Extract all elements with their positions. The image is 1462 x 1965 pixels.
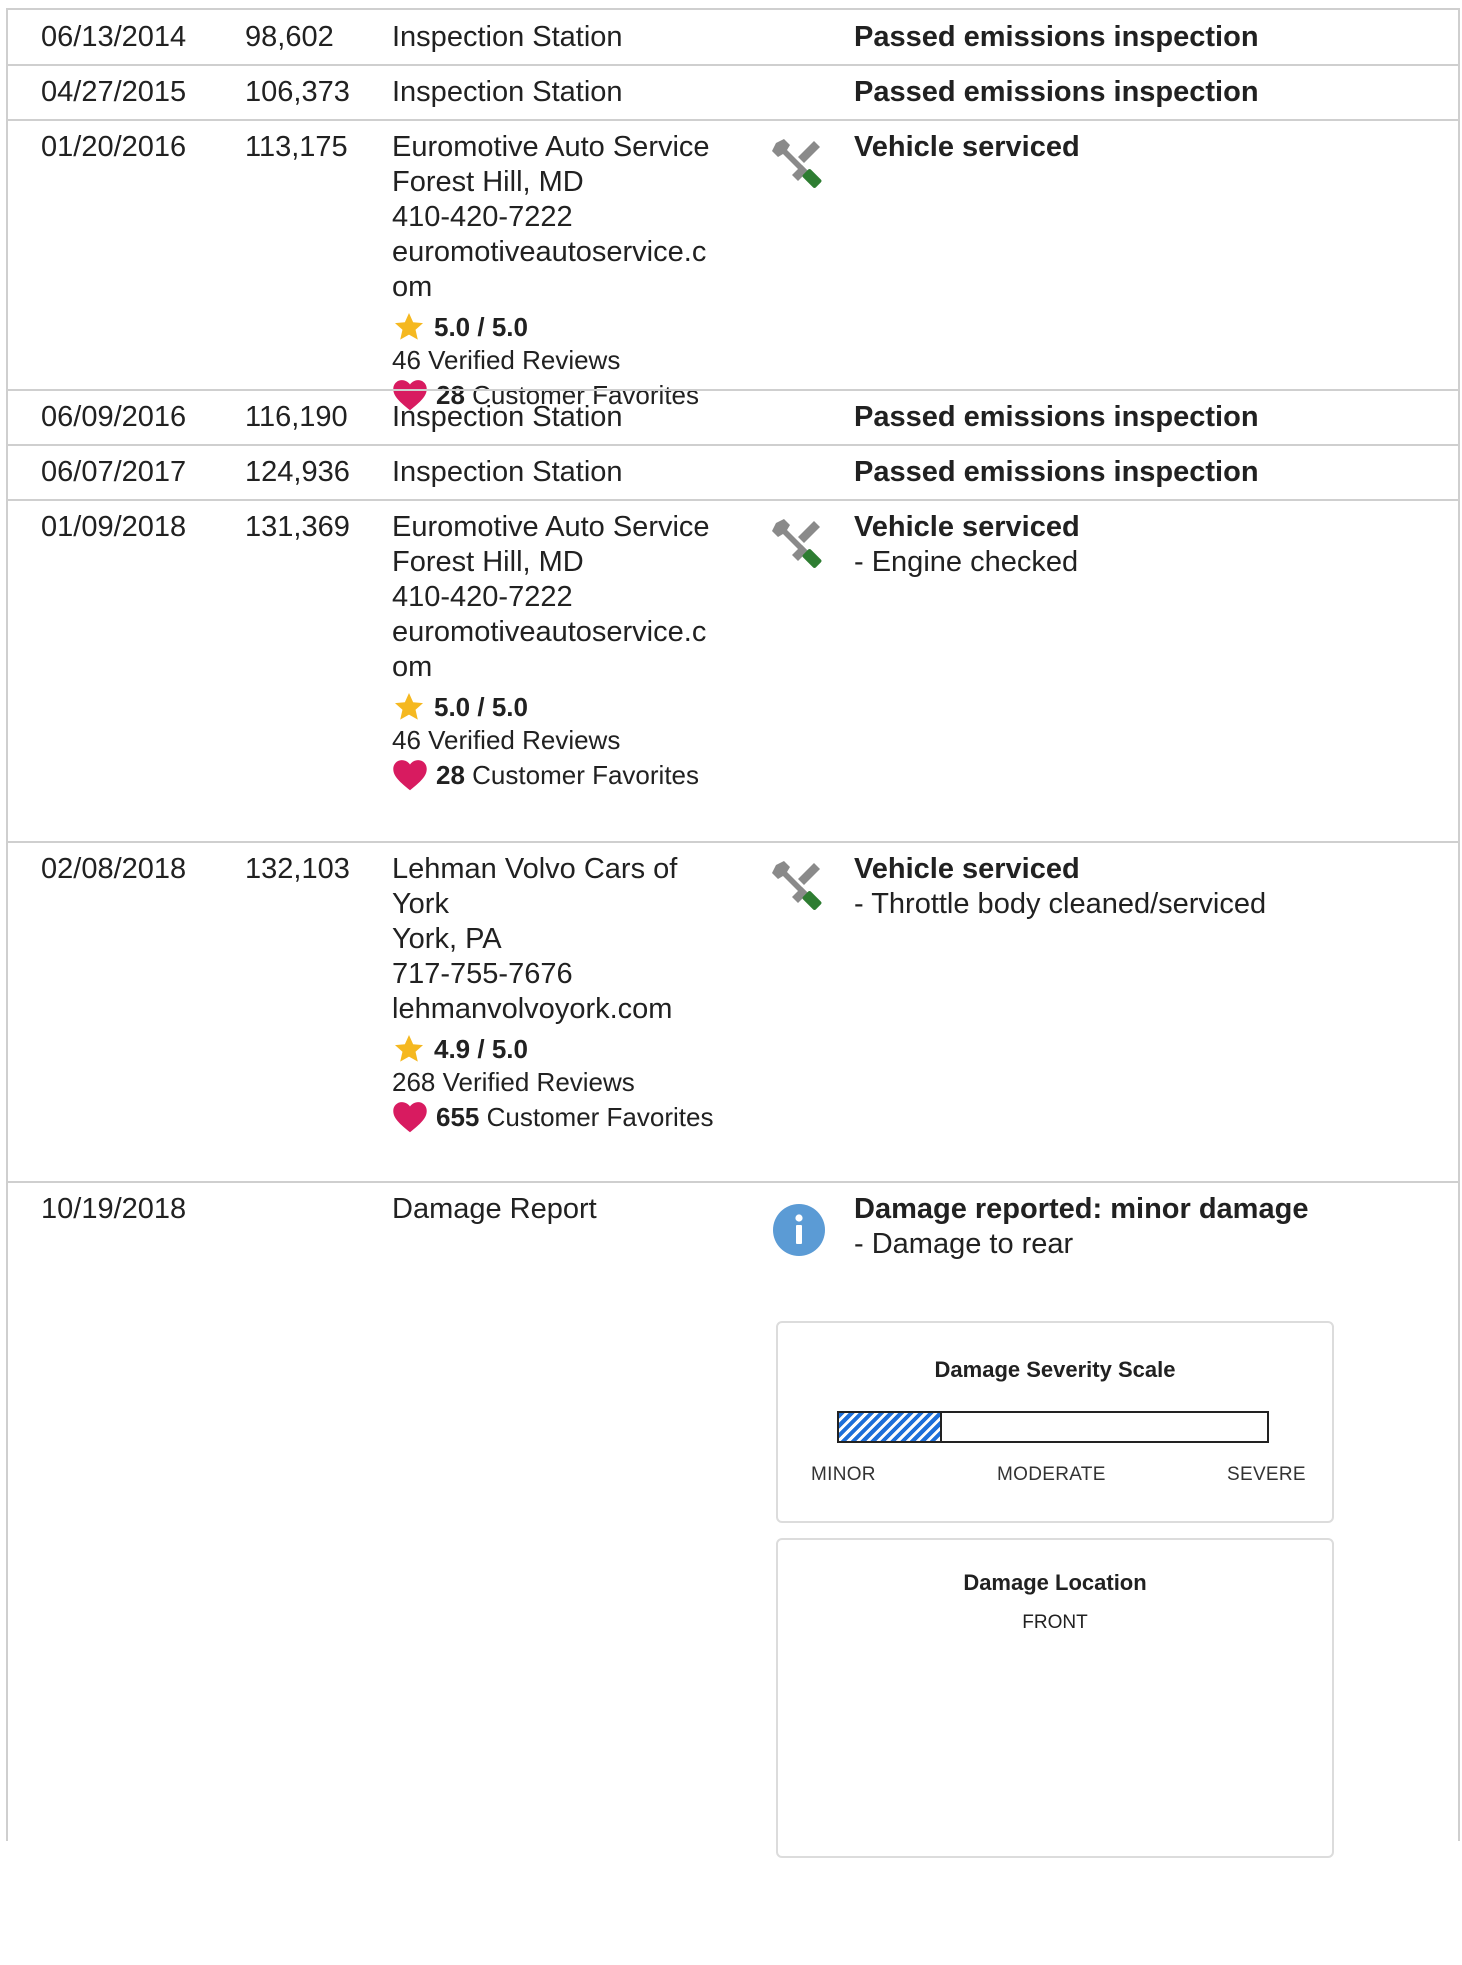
wrench-screwdriver-icon bbox=[770, 135, 828, 193]
record-source: Euromotive Auto Service Forest Hill, MD … bbox=[392, 510, 762, 793]
scale-label-moderate: MODERATE bbox=[997, 1464, 1106, 1485]
record-detail: - Engine checked bbox=[854, 546, 1079, 578]
favorites-label: Customer Favorites bbox=[472, 760, 699, 790]
customer-favorites: 28 Customer Favorites bbox=[392, 757, 762, 793]
record-date: 01/09/2018 bbox=[41, 511, 187, 543]
front-label: FRONT bbox=[1022, 1612, 1088, 1633]
shop-website[interactable]: euromotiveautoservice.c bbox=[392, 615, 762, 650]
record-detail: - Damage to rear bbox=[854, 1228, 1074, 1260]
record-comment-block: Vehicle serviced - Throttle body cleaned… bbox=[854, 852, 1444, 922]
star-icon bbox=[395, 693, 423, 720]
favorites-label: Customer Favorites bbox=[486, 1102, 714, 1132]
record-source: Euromotive Auto Service Forest Hill, MD … bbox=[392, 130, 762, 413]
record-comment: Damage reported: minor damage bbox=[854, 1193, 1309, 1225]
table-row: 06/07/2017 124,936 Inspection Station Pa… bbox=[8, 444, 1458, 499]
record-comment: Vehicle serviced bbox=[854, 131, 1080, 163]
damage-location-card: Damage Location FRONT bbox=[776, 1538, 1334, 1858]
shop-location: York, PA bbox=[392, 923, 502, 955]
vehicle-history-table: 06/13/2014 98,602 Inspection Station Pas… bbox=[6, 8, 1460, 1858]
record-source: Inspection Station bbox=[392, 21, 623, 53]
record-comment: Passed emissions inspection bbox=[854, 456, 1259, 488]
record-comment: Passed emissions inspection bbox=[854, 401, 1259, 433]
shop-location: Forest Hill, MD bbox=[392, 546, 584, 578]
shop-rating: 5.0 / 5.0 bbox=[392, 691, 762, 723]
record-detail: - Throttle body cleaned/serviced bbox=[854, 888, 1267, 920]
record-odometer: 116,190 bbox=[245, 401, 348, 433]
wrench-screwdriver-icon bbox=[770, 515, 828, 573]
shop-rating: 5.0 / 5.0 bbox=[392, 311, 762, 343]
record-date: 01/20/2016 bbox=[41, 131, 187, 163]
wrench-screwdriver-icon bbox=[770, 857, 828, 915]
severity-bar bbox=[837, 1411, 1269, 1443]
table-row: 01/20/2016 113,175 Euromotive Auto Servi… bbox=[8, 119, 1458, 411]
shop-website[interactable]: euromotiveautoservice.c bbox=[392, 235, 762, 270]
shop-website[interactable]: lehmanvolvoyork.com bbox=[392, 992, 762, 1027]
table-row: 06/13/2014 98,602 Inspection Station Pas… bbox=[8, 8, 1458, 64]
shop-location: Forest Hill, MD bbox=[392, 166, 584, 198]
shop-phone[interactable]: 410-420-7222 bbox=[392, 200, 762, 235]
favorites-count: 28 bbox=[436, 760, 465, 790]
severity-bar-fill bbox=[839, 1413, 942, 1441]
record-comment: Passed emissions inspection bbox=[854, 76, 1259, 108]
record-date: 04/27/2015 bbox=[41, 76, 187, 108]
shop-phone[interactable]: 717-755-7676 bbox=[392, 957, 762, 992]
star-icon bbox=[395, 1035, 423, 1062]
shop-website-cont[interactable]: om bbox=[392, 650, 762, 685]
shop-website-cont[interactable]: om bbox=[392, 270, 762, 305]
record-source: Inspection Station bbox=[392, 401, 623, 433]
record-odometer: 106,373 bbox=[245, 76, 350, 108]
customer-favorites: 655 Customer Favorites bbox=[392, 1099, 762, 1135]
verified-reviews[interactable]: 268 Verified Reviews bbox=[392, 1065, 762, 1099]
verified-reviews[interactable]: 46 Verified Reviews bbox=[392, 723, 762, 757]
record-date: 10/19/2018 bbox=[41, 1193, 187, 1225]
record-odometer: 131,369 bbox=[245, 511, 350, 543]
record-comment-block: Damage reported: minor damage - Damage t… bbox=[854, 1192, 1444, 1262]
record-source: Inspection Station bbox=[392, 76, 623, 108]
shop-name[interactable]: Euromotive Auto Service bbox=[392, 510, 762, 545]
rating-value: 4.9 / 5.0 bbox=[434, 1034, 528, 1064]
scale-label-minor: MINOR bbox=[811, 1464, 876, 1485]
scale-label-severe: SEVERE bbox=[1227, 1464, 1306, 1485]
record-comment: Vehicle serviced bbox=[854, 853, 1080, 885]
table-row: 02/08/2018 132,103 Lehman Volvo Cars of … bbox=[8, 841, 1458, 1181]
verified-reviews[interactable]: 46 Verified Reviews bbox=[392, 343, 762, 377]
heart-icon bbox=[393, 760, 427, 791]
table-row: 04/27/2015 106,373 Inspection Station Pa… bbox=[8, 64, 1458, 119]
shop-name[interactable]: Euromotive Auto Service bbox=[392, 130, 762, 165]
table-row: 01/09/2018 131,369 Euromotive Auto Servi… bbox=[8, 499, 1458, 841]
info-icon bbox=[772, 1203, 830, 1261]
record-source: Lehman Volvo Cars of York York, PA 717-7… bbox=[392, 852, 762, 1135]
damage-location-title: Damage Location bbox=[963, 1570, 1147, 1595]
record-date: 06/07/2017 bbox=[41, 456, 187, 488]
record-date: 06/09/2016 bbox=[41, 401, 187, 433]
record-comment: Vehicle serviced bbox=[854, 511, 1080, 543]
record-comment: Passed emissions inspection bbox=[854, 21, 1259, 53]
table-row: 06/09/2016 116,190 Inspection Station Pa… bbox=[8, 389, 1458, 444]
damage-severity-title: Damage Severity Scale bbox=[934, 1357, 1176, 1382]
record-odometer: 98,602 bbox=[245, 21, 334, 53]
damage-severity-card: Damage Severity Scale MINOR MODERATE SEV… bbox=[776, 1321, 1334, 1523]
table-row: 10/19/2018 Damage Report Damage reported… bbox=[8, 1181, 1458, 1858]
rating-value: 5.0 / 5.0 bbox=[434, 312, 528, 342]
favorites-count: 655 bbox=[436, 1102, 480, 1132]
record-date: 06/13/2014 bbox=[41, 21, 187, 53]
record-odometer: 124,936 bbox=[245, 456, 350, 488]
heart-icon bbox=[393, 1102, 427, 1133]
rating-value: 5.0 / 5.0 bbox=[434, 692, 528, 722]
shop-name[interactable]: Lehman Volvo Cars of bbox=[392, 852, 762, 887]
shop-rating: 4.9 / 5.0 bbox=[392, 1033, 762, 1065]
record-date: 02/08/2018 bbox=[41, 853, 187, 885]
record-odometer: 113,175 bbox=[245, 131, 348, 163]
record-source: Inspection Station bbox=[392, 456, 623, 488]
record-odometer: 132,103 bbox=[245, 853, 350, 885]
record-source: Damage Report bbox=[392, 1193, 597, 1225]
star-icon bbox=[395, 313, 423, 340]
record-comment-block: Vehicle serviced - Engine checked bbox=[854, 510, 1444, 580]
shop-name-cont[interactable]: York bbox=[392, 887, 762, 922]
shop-phone[interactable]: 410-420-7222 bbox=[392, 580, 762, 615]
